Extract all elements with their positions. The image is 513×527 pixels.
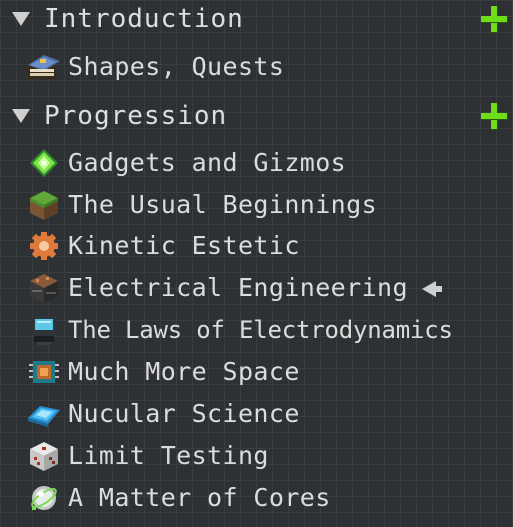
quest-label: The Laws of Electrodynamics (68, 316, 453, 344)
category-progression[interactable]: Progression (0, 97, 513, 137)
computer-terminal-icon (32, 316, 56, 345)
quest-list-panel: Introduction Shapes, Quests Progression … (0, 0, 513, 527)
quest-label: Much More Space (68, 357, 300, 386)
quest-nucular-science[interactable]: Nucular Science (26, 394, 513, 434)
dice-block-icon (30, 442, 58, 471)
quest-much-more-space[interactable]: Much More Space (26, 352, 513, 392)
matter-core-icon (31, 486, 57, 510)
category-introduction[interactable]: Introduction (0, 0, 513, 40)
quest-a-matter-of-cores[interactable]: A Matter of Cores (26, 478, 513, 518)
quest-label: Kinetic Estetic (68, 231, 300, 260)
quest-limit-testing[interactable]: Limit Testing (26, 436, 513, 476)
quest-label: Nucular Science (68, 399, 300, 428)
quest-label: Limit Testing (68, 441, 269, 470)
cyan-ingot-icon (28, 406, 60, 427)
expand-arrow-icon[interactable] (12, 109, 30, 123)
quest-label: Gadgets and Gizmos (68, 148, 347, 177)
gear-icon (30, 232, 58, 260)
quest-kinetic-estetic[interactable]: Kinetic Estetic (26, 226, 513, 266)
quest-label-text: Electrical Engineering (68, 273, 408, 302)
quest-the-usual-beginnings[interactable]: The Usual Beginnings (26, 185, 513, 225)
quest-electrical-engineering[interactable]: Electrical Engineering (26, 268, 513, 308)
quest-the-laws-of-electrodynamics[interactable]: The Laws of Electrodynamics (26, 310, 513, 350)
quest-label: Shapes, Quests (68, 52, 285, 81)
expand-arrow-icon[interactable] (12, 12, 30, 26)
category-title: Progression (44, 101, 228, 131)
quest-label: The Usual Beginnings (68, 190, 378, 219)
add-quest-button[interactable] (481, 6, 507, 32)
quest-label: Electrical Engineering (68, 272, 442, 304)
microchip-icon (29, 361, 59, 383)
pinned-icon-stem (435, 286, 442, 292)
green-gem-icon (30, 149, 58, 177)
spellbook-icon (28, 55, 60, 79)
pinned-icon (421, 281, 436, 297)
machine-block-icon (30, 274, 58, 303)
quest-gadgets-and-gizmos[interactable]: Gadgets and Gizmos (26, 143, 513, 183)
grass-block-icon (30, 191, 58, 220)
quest-shapes-quests[interactable]: Shapes, Quests (26, 47, 513, 87)
quest-label: A Matter of Cores (68, 483, 331, 512)
add-quest-button[interactable] (481, 103, 507, 129)
category-title: Introduction (44, 4, 244, 34)
